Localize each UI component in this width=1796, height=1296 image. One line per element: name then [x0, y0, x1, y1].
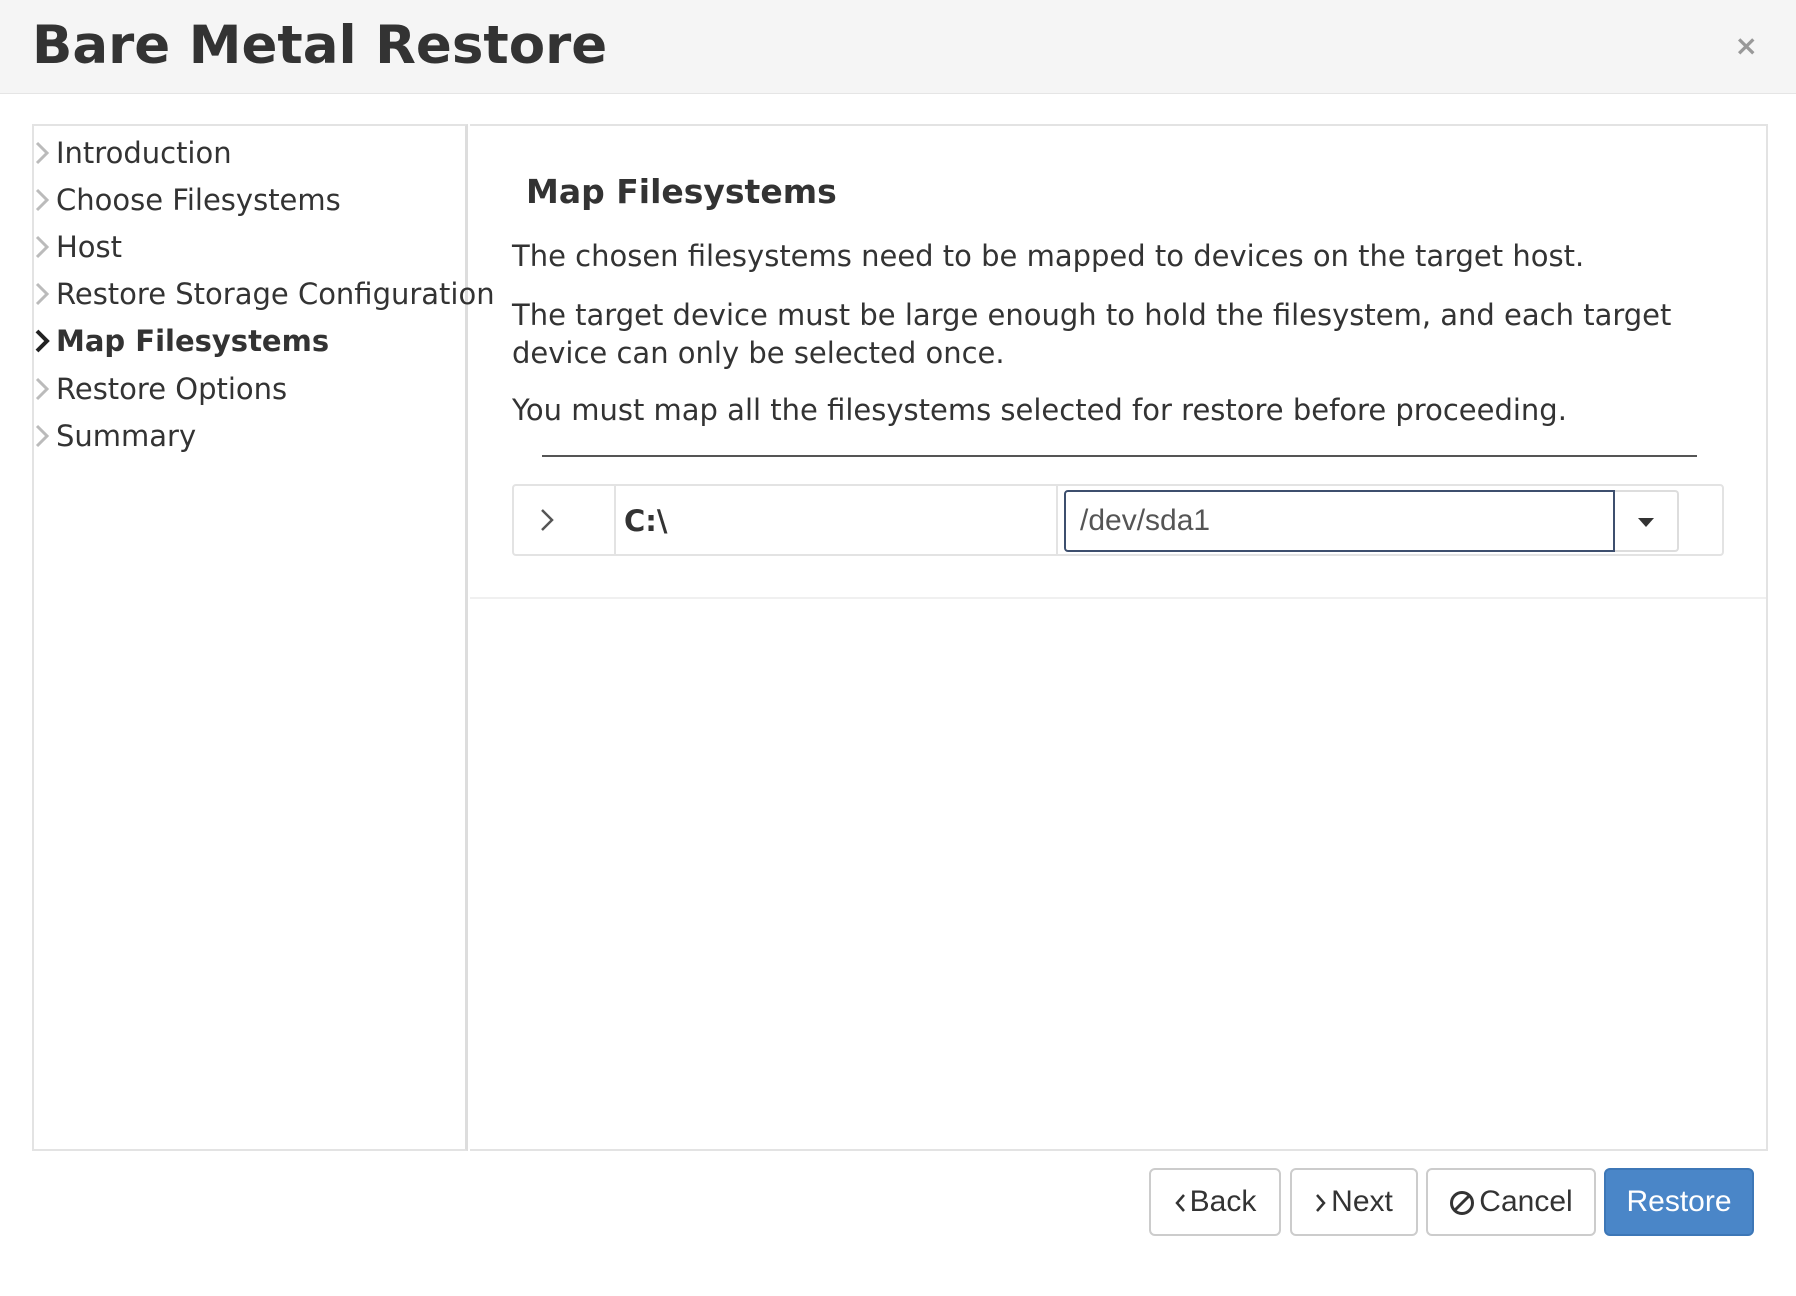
chevron-right-icon	[34, 369, 56, 412]
sidebar-item-label: Restore Options	[56, 372, 288, 406]
back-label: Back	[1189, 1185, 1257, 1218]
sidebar-item-introduction[interactable]: Introduction	[34, 133, 232, 173]
sidebar-item-choose-filesystems[interactable]: Choose Filesystems	[34, 180, 341, 220]
sidebar-item-label: Host	[56, 230, 123, 264]
sidebar-item-label: Restore Storage Configuration	[56, 277, 495, 311]
target-device-input[interactable]	[1064, 490, 1615, 552]
ban-icon	[1449, 1190, 1475, 1216]
next-button[interactable]: Next	[1290, 1168, 1418, 1236]
sidebar-item-label: Introduction	[56, 136, 232, 170]
chevron-right-icon	[34, 274, 56, 317]
description-text: The target device must be large enough t…	[512, 298, 1672, 370]
filesystem-mapping-row: C:\	[512, 484, 1724, 556]
chevron-right-icon	[34, 133, 56, 176]
sidebar-item-restore-storage-configuration[interactable]: Restore Storage Configuration	[34, 274, 495, 314]
chevron-right-icon	[34, 416, 56, 459]
sidebar-item-map-filesystems[interactable]: Map Filesystems	[34, 321, 329, 361]
caret-down-icon	[1638, 518, 1654, 527]
sidebar-item-label: Summary	[56, 419, 197, 453]
chevron-right-icon	[34, 227, 56, 270]
close-icon[interactable]: ×	[1735, 28, 1758, 64]
sidebar-item-restore-options[interactable]: Restore Options	[34, 369, 287, 409]
filesystem-name: C:\	[624, 504, 668, 538]
cancel-label: Cancel	[1479, 1185, 1573, 1218]
cancel-button[interactable]: Cancel	[1426, 1168, 1596, 1236]
sidebar-item-label: Map Filesystems	[56, 324, 330, 358]
sidebar-item-host[interactable]: Host	[34, 227, 122, 267]
chevron-right-icon	[1315, 1192, 1327, 1214]
chevron-right-icon	[541, 509, 554, 531]
next-label: Next	[1331, 1185, 1393, 1218]
wizard-content: Map Filesystems The chosen filesystems n…	[470, 124, 1768, 1151]
step-title: Map Filesystems	[526, 172, 837, 211]
column-divider	[1056, 486, 1058, 554]
chevron-right-icon	[34, 321, 56, 364]
dialog-title: Bare Metal Restore	[32, 15, 608, 76]
sidebar-item-label: Choose Filesystems	[56, 183, 341, 217]
description-text: You must map all the filesystems selecte…	[512, 393, 1567, 427]
device-dropdown-toggle[interactable]	[1615, 490, 1679, 552]
map-filesystems-panel: Map Filesystems The chosen filesystems n…	[470, 126, 1766, 599]
dialog-header: Bare Metal Restore ×	[0, 0, 1796, 94]
sidebar-item-summary[interactable]: Summary	[34, 416, 196, 456]
row-expand-button[interactable]	[514, 486, 616, 554]
back-button[interactable]: Back	[1149, 1168, 1281, 1236]
wizard-steps-sidebar: Introduction Choose Filesystems Host Res…	[32, 124, 495, 1151]
divider	[542, 455, 1697, 457]
chevron-left-icon	[1174, 1192, 1186, 1214]
restore-button[interactable]: Restore	[1604, 1168, 1754, 1236]
description-text: The chosen filesystems need to be mapped…	[512, 239, 1585, 273]
chevron-right-icon	[34, 180, 56, 223]
